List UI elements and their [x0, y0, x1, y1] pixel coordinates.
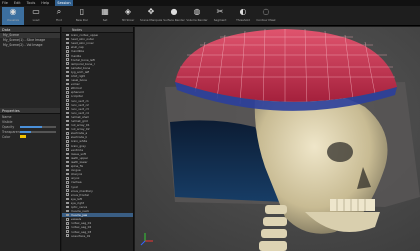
- visibility-checkbox[interactable]: [66, 148, 69, 151]
- transparency-slider[interactable]: [20, 130, 56, 133]
- visibility-checkbox[interactable]: [66, 37, 69, 41]
- visibility-checkbox[interactable]: [66, 160, 69, 164]
- 3d-viewport[interactable]: [135, 27, 420, 251]
- visibility-checkbox[interactable]: [66, 226, 69, 229]
- toolbar-set-button[interactable]: ▦ Set: [94, 7, 116, 25]
- visibility-checkbox[interactable]: [66, 213, 69, 217]
- tree-row-label: isosurface_01: [70, 233, 91, 238]
- cross-arrows-icon: ✥: [147, 7, 155, 16]
- visibility-checkbox[interactable]: [66, 95, 69, 98]
- visibility-checkbox[interactable]: [66, 119, 69, 123]
- toolbar-newdoc-button[interactable]: ▯ New Doc: [71, 7, 93, 25]
- visibility-checkbox[interactable]: [66, 87, 69, 90]
- visibility-checkbox[interactable]: [66, 164, 69, 168]
- visibility-checkbox[interactable]: [66, 107, 69, 110]
- toolbar-scene-button[interactable]: ✥Scene Manipulator: [140, 7, 162, 25]
- visibility-checkbox[interactable]: [66, 201, 69, 205]
- prop-row-color: Color: [0, 134, 60, 139]
- grid-icon: ▦: [101, 7, 109, 16]
- axes-widget: [140, 233, 153, 246]
- helmet-dome: [175, 29, 397, 102]
- visibility-checkbox[interactable]: [66, 181, 69, 184]
- opacity-slider[interactable]: [20, 125, 56, 128]
- toolbar-slicer-button[interactable]: ◈ 3D Slicer: [117, 7, 139, 25]
- visibility-checkbox[interactable]: [66, 177, 69, 180]
- visibility-checkbox[interactable]: [66, 78, 69, 82]
- volume-icon: ◍: [193, 7, 201, 16]
- color-swatch[interactable]: [20, 135, 26, 138]
- toolbar-surface-button[interactable]: ● Surface Render: [163, 7, 185, 25]
- visibility-checkbox[interactable]: [66, 168, 69, 172]
- visibility-checkbox[interactable]: [66, 156, 69, 160]
- visibility-checkbox[interactable]: [66, 33, 69, 37]
- toolbar: ◉ Visualize ▭ Load ⌕ Find ▯ New Doc ▦ Set ◈ 3D…: [0, 6, 420, 26]
- eye-socket: [327, 142, 353, 162]
- transparency-slider-fill: [20, 130, 31, 133]
- visibility-checkbox[interactable]: [66, 111, 69, 115]
- toolbar-contour-button[interactable]: ◌ Contour Mask: [255, 7, 277, 25]
- visibility-checkbox[interactable]: [66, 197, 69, 201]
- tree-list: brain_cortex_upper head_skin_outer head_sk…: [62, 33, 133, 238]
- left-panel: Data My_Scene My_Scene(1) - Slice Image …: [0, 27, 61, 251]
- toolbar-visualize-button[interactable]: ◉ Visualize: [2, 7, 24, 25]
- sphere-icon: ●: [170, 7, 178, 16]
- visibility-checkbox[interactable]: [66, 132, 69, 135]
- visibility-checkbox[interactable]: [66, 185, 69, 188]
- visibility-checkbox[interactable]: [66, 103, 69, 106]
- visibility-checkbox[interactable]: [66, 82, 69, 86]
- visibility-checkbox[interactable]: [66, 58, 69, 61]
- visibility-checkbox[interactable]: [66, 172, 69, 176]
- visibility-checkbox[interactable]: [66, 127, 69, 131]
- visibility-checkbox[interactable]: [66, 230, 69, 233]
- cube-icon: ◈: [124, 7, 132, 16]
- visibility-checkbox[interactable]: [66, 189, 69, 192]
- folder-icon: ▭: [32, 7, 40, 16]
- 3d-scene: [140, 28, 420, 251]
- visibility-checkbox[interactable]: [66, 152, 69, 156]
- visibility-checkbox[interactable]: [66, 99, 69, 102]
- eye-icon: ◉: [9, 7, 17, 16]
- data-list-empty-area: [0, 48, 60, 108]
- visibility-checkbox[interactable]: [66, 136, 69, 139]
- visibility-checkbox[interactable]: [66, 193, 69, 196]
- visibility-checkbox[interactable]: [66, 91, 69, 94]
- toolbar-volume-button[interactable]: ◍ Volume Render: [186, 7, 208, 25]
- visibility-checkbox[interactable]: [66, 74, 69, 78]
- visibility-checkbox[interactable]: [66, 205, 69, 209]
- contour-icon: ◌: [262, 7, 270, 16]
- tree-row[interactable]: isosurface_01: [62, 234, 133, 238]
- visibility-checkbox[interactable]: [66, 218, 69, 221]
- node-tree-panel: Nodes brain_cortex_upper head_skin_outer h…: [62, 27, 134, 251]
- visibility-checkbox[interactable]: [66, 70, 69, 74]
- visibility-checkbox[interactable]: [66, 234, 69, 237]
- spine: [259, 205, 287, 251]
- scissors-icon: ✂: [216, 7, 224, 16]
- document-icon: ▯: [79, 7, 85, 16]
- visibility-checkbox[interactable]: [66, 66, 69, 70]
- visibility-checkbox[interactable]: [66, 222, 69, 225]
- toolbar-segment-button[interactable]: ✂ Segment: [209, 7, 231, 25]
- toolbar-threshold-button[interactable]: ◐ Threshold: [232, 7, 254, 25]
- opacity-slider-fill: [20, 125, 42, 128]
- visibility-checkbox[interactable]: [66, 209, 69, 213]
- visibility-checkbox[interactable]: [66, 54, 69, 57]
- visibility-checkbox[interactable]: [66, 46, 69, 49]
- visibility-checkbox[interactable]: [66, 50, 69, 53]
- visibility-checkbox[interactable]: [66, 123, 69, 127]
- visibility-checkbox[interactable]: [66, 115, 69, 119]
- visibility-checkbox[interactable]: [66, 41, 69, 45]
- magnify-icon: ⌕: [56, 7, 62, 16]
- visibility-checkbox[interactable]: [66, 62, 69, 65]
- threshold-icon: ◐: [239, 7, 247, 16]
- visibility-checkbox[interactable]: [66, 140, 69, 143]
- visibility-checkbox[interactable]: [66, 144, 69, 147]
- toolbar-load-button[interactable]: ▭ Load: [25, 7, 47, 25]
- toolbar-find-button[interactable]: ⌕ Find: [48, 7, 70, 25]
